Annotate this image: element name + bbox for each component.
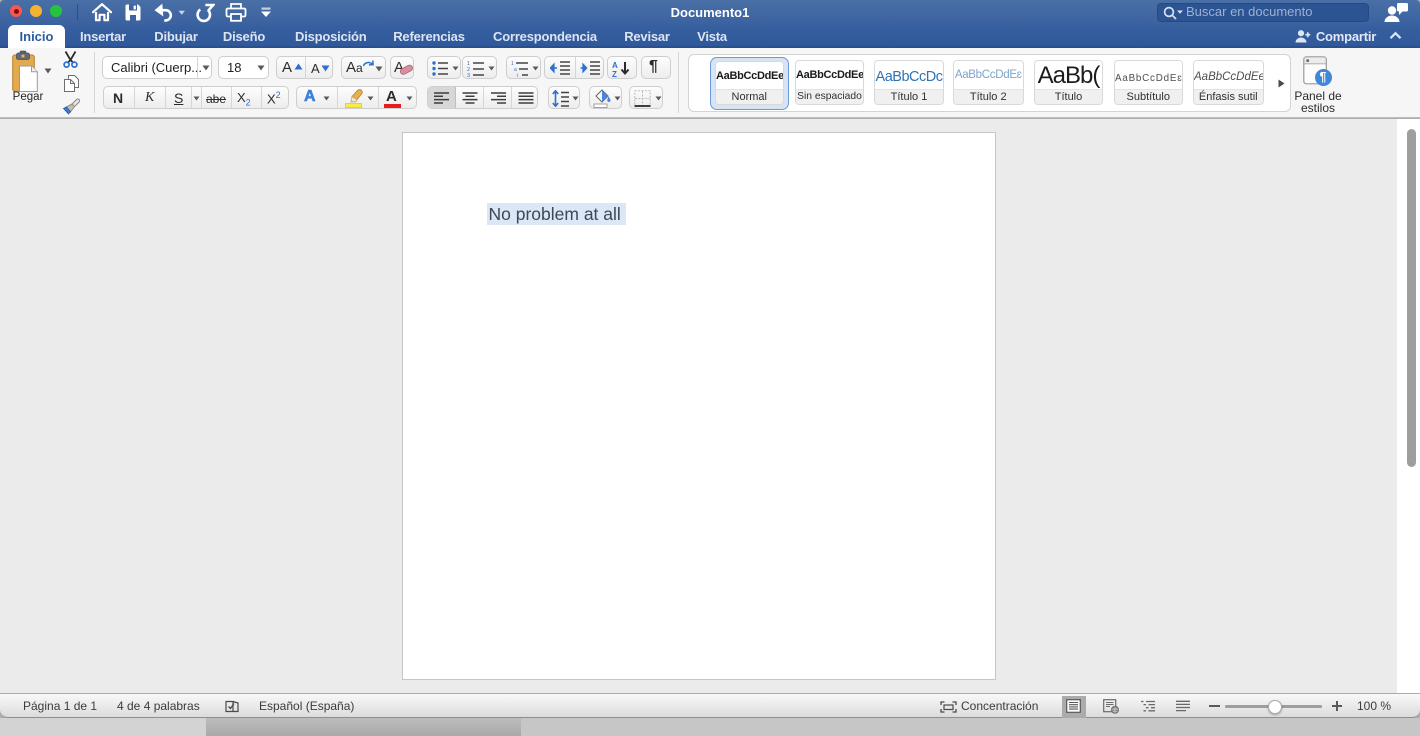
svg-text:i: i: [517, 73, 518, 77]
svg-text:3: 3: [467, 73, 470, 77]
svg-text:Z: Z: [612, 70, 617, 77]
svg-text:A: A: [612, 61, 618, 70]
